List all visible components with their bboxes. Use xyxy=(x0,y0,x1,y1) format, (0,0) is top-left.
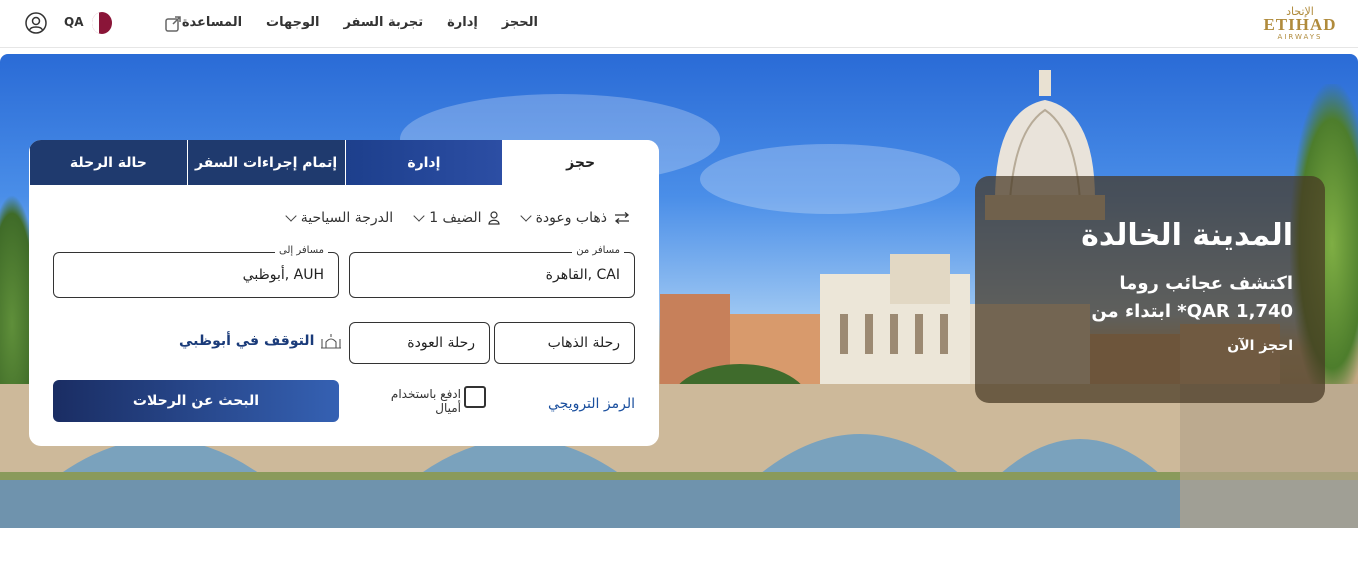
tab-check-in[interactable]: إتمام إجراءات السفر xyxy=(186,140,345,185)
from-field[interactable]: مسافر من القاهرة, CAI xyxy=(349,245,635,298)
booking-tabs: حجز إدارة إتمام إجراءات السفر حالة الرحل… xyxy=(29,140,659,185)
guests-dropdown[interactable]: 1 الضيف xyxy=(413,210,500,226)
nav-item-booking[interactable]: الحجز xyxy=(502,15,538,30)
user-icon[interactable] xyxy=(25,12,47,34)
booking-widget: حجز إدارة إتمام إجراءات السفر حالة الرحل… xyxy=(29,140,659,446)
pay-with-miles-checkbox[interactable] xyxy=(464,386,486,408)
tab-flight-status[interactable]: حالة الرحلة xyxy=(29,140,187,185)
return-date-placeholder: رحلة العودة xyxy=(407,335,475,351)
book-now-link[interactable]: احجز الآن xyxy=(1007,338,1293,354)
chevron-down-icon xyxy=(413,210,425,222)
main-nav: الحجز إدارة تجربة السفر الوجهات المساعدة xyxy=(182,15,538,30)
nav-item-travel-experience[interactable]: تجربة السفر xyxy=(343,15,423,30)
tab-book[interactable]: حجز xyxy=(502,140,659,185)
depart-date-placeholder: رحلة الذهاب xyxy=(547,335,620,351)
mosque-icon xyxy=(321,334,342,349)
promo-card: المدينة الخالدة اكتشف عجائب روما ابتداء … xyxy=(975,176,1325,403)
etihad-logo[interactable]: الإتحاد ETIHAD AIRWAYS xyxy=(1258,6,1342,44)
nav-item-destinations[interactable]: الوجهات xyxy=(266,15,319,30)
trip-options: ذهاب وعودة 1 الضيف الدرجة السياحية xyxy=(285,210,631,226)
cabin-value: الدرجة السياحية xyxy=(300,210,394,226)
country-code[interactable]: QA xyxy=(64,15,84,29)
stopover-label: التوقف في أبوظبي xyxy=(179,333,315,349)
from-label: مسافر من xyxy=(572,245,624,256)
guests-value: 1 الضيف xyxy=(429,210,482,226)
to-field[interactable]: مسافر إلى أبوظبي, AUH xyxy=(53,245,339,298)
promo-price: ابتداء من *QAR 1,740 xyxy=(1091,301,1293,322)
external-link-icon[interactable] xyxy=(164,15,182,33)
promo-code-link[interactable]: الرمز الترويجي xyxy=(548,396,635,412)
to-label: مسافر إلى xyxy=(275,245,328,256)
from-value: القاهرة, CAI xyxy=(545,267,620,283)
person-icon xyxy=(487,211,500,225)
chevron-down-icon xyxy=(519,210,532,222)
nav-item-help[interactable]: المساعدة xyxy=(182,15,242,30)
depart-date-field[interactable]: رحلة الذهاب xyxy=(494,322,635,364)
swap-arrows-icon xyxy=(614,212,630,224)
return-date-field[interactable]: رحلة العودة xyxy=(349,322,490,364)
qatar-flag-icon[interactable] xyxy=(92,12,112,34)
tab-manage[interactable]: إدارة xyxy=(344,140,503,185)
pay-with-miles-label: ادفع باستخدام أميال xyxy=(390,387,461,415)
promo-subtitle: اكتشف عجائب روما xyxy=(1119,273,1293,294)
trip-type-value: ذهاب وعودة xyxy=(535,210,607,226)
to-value: أبوظبي, AUH xyxy=(242,267,324,283)
stopover-link[interactable]: التوقف في أبوظبي xyxy=(179,333,342,349)
logo-english-text: ETIHAD xyxy=(1263,15,1337,34)
promo-title: المدينة الخالدة xyxy=(1081,218,1293,253)
nav-item-manage[interactable]: إدارة xyxy=(447,15,478,30)
top-navigation-bar: الإتحاد ETIHAD AIRWAYS الحجز إدارة تجربة… xyxy=(0,0,1358,48)
trip-type-dropdown[interactable]: ذهاب وعودة xyxy=(519,210,631,226)
search-flights-button[interactable]: البحث عن الرحلات xyxy=(53,380,339,422)
cabin-dropdown[interactable]: الدرجة السياحية xyxy=(285,210,394,226)
cloud xyxy=(700,144,960,214)
chevron-down-icon xyxy=(285,210,297,222)
logo-subtext: AIRWAYS xyxy=(1277,33,1323,41)
